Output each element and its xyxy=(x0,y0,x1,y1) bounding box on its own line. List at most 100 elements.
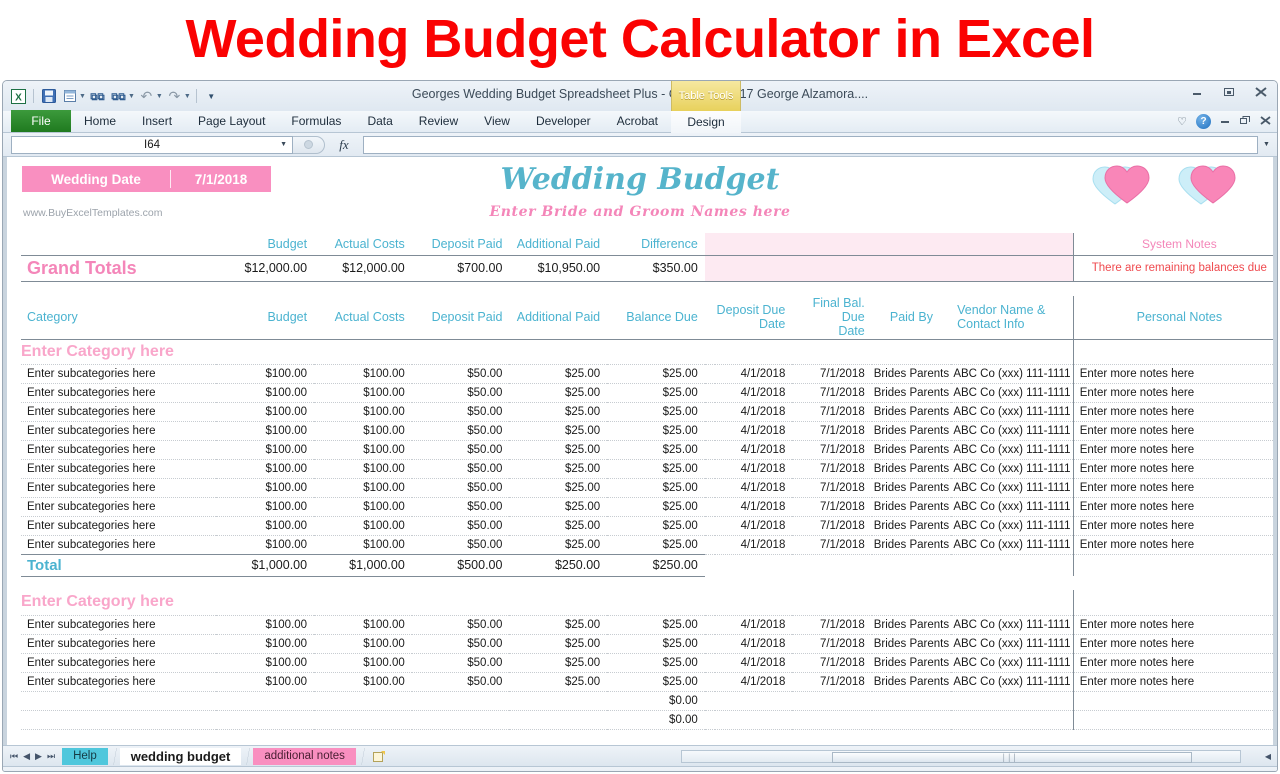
cell-actual-costs[interactable]: $100.00 xyxy=(314,516,412,535)
cell-deposit-paid[interactable] xyxy=(412,691,510,710)
cell-deposit-due-date[interactable]: 4/1/2018 xyxy=(715,615,792,634)
table-row[interactable]: Enter subcategories here$100.00$100.00$5… xyxy=(21,402,1277,421)
table-row[interactable]: Enter subcategories here$100.00$100.00$5… xyxy=(21,440,1277,459)
cell-category[interactable]: Enter subcategories here xyxy=(21,497,216,516)
cell-budget[interactable]: $100.00 xyxy=(216,672,314,691)
cell-deposit-paid[interactable]: $50.00 xyxy=(412,516,510,535)
cell-paid-by[interactable]: Brides Parents xyxy=(872,497,951,516)
tab-formulas[interactable]: Formulas xyxy=(278,110,354,132)
tab-design[interactable]: Design xyxy=(671,111,741,133)
cell-deposit-due-date[interactable]: 4/1/2018 xyxy=(715,516,792,535)
spelling-icon[interactable]: ⧉⧉ xyxy=(88,87,107,106)
cell-deposit-paid[interactable]: $50.00 xyxy=(412,421,510,440)
cell-additional-paid[interactable]: $25.00 xyxy=(509,634,607,653)
cell-deposit-paid[interactable]: $50.00 xyxy=(412,459,510,478)
cell-actual-costs[interactable]: $100.00 xyxy=(314,459,412,478)
cell-balance-due[interactable]: $25.00 xyxy=(607,459,705,478)
cell-additional-paid[interactable]: $25.00 xyxy=(509,364,607,383)
cell-additional-paid[interactable]: $25.00 xyxy=(509,478,607,497)
research-icon[interactable]: ⧉⧉ xyxy=(109,87,128,106)
sheet-tab-help[interactable]: Help xyxy=(62,748,108,765)
cell-deposit-due-date[interactable]: 4/1/2018 xyxy=(715,383,792,402)
cell-personal-notes[interactable]: Enter more notes here xyxy=(1073,634,1277,653)
cell-balance-due[interactable]: $25.00 xyxy=(607,478,705,497)
cell-paid-by[interactable]: Brides Parents xyxy=(872,383,951,402)
cell-balance-due[interactable]: $25.00 xyxy=(607,653,705,672)
cell-balance-due[interactable]: $25.00 xyxy=(607,497,705,516)
cell-actual-costs[interactable]: $100.00 xyxy=(314,440,412,459)
cell-additional-paid[interactable]: $25.00 xyxy=(509,421,607,440)
cell-paid-by[interactable]: Brides Parents xyxy=(872,653,951,672)
cell-paid-by[interactable]: Brides Parents xyxy=(872,478,951,497)
cell-paid-by[interactable]: Brides Parents xyxy=(872,615,951,634)
cell-deposit-paid[interactable]: $50.00 xyxy=(412,535,510,554)
cell-final-bal-due-date[interactable]: 7/1/2018 xyxy=(792,440,871,459)
cell-deposit-paid[interactable]: $50.00 xyxy=(412,478,510,497)
cell-personal-notes[interactable]: Enter more notes here xyxy=(1073,516,1277,535)
cell-balance-due[interactable]: $25.00 xyxy=(607,516,705,535)
save-icon[interactable] xyxy=(39,87,58,106)
table-row[interactable]: Enter subcategories here$100.00$100.00$5… xyxy=(21,421,1277,440)
cell-deposit-paid[interactable]: $50.00 xyxy=(412,364,510,383)
cell-additional-paid[interactable] xyxy=(509,691,607,710)
table-row[interactable]: Enter subcategories here$100.00$100.00$5… xyxy=(21,634,1277,653)
cell-additional-paid[interactable]: $25.00 xyxy=(509,383,607,402)
cell-vendor[interactable]: ABC Co (xxx) 111-1111 xyxy=(951,615,1073,634)
tab-page-layout[interactable]: Page Layout xyxy=(185,110,278,132)
cell-actual-costs[interactable]: $100.00 xyxy=(314,421,412,440)
category-section-1[interactable]: Enter Category here xyxy=(21,339,1277,364)
cell-balance-due[interactable]: $0.00 xyxy=(607,710,705,729)
expand-formula-bar-icon[interactable]: ▼ xyxy=(1260,141,1273,148)
cell-deposit-due-date[interactable]: 4/1/2018 xyxy=(715,364,792,383)
cell-vendor[interactable]: ABC Co (xxx) 111-1111 xyxy=(951,634,1073,653)
zoom-slider[interactable] xyxy=(1141,772,1246,773)
cell-actual-costs[interactable]: $100.00 xyxy=(314,653,412,672)
cell-deposit-paid[interactable]: $50.00 xyxy=(412,653,510,672)
cell-final-bal-due-date[interactable]: 7/1/2018 xyxy=(792,421,871,440)
cell-additional-paid[interactable]: $25.00 xyxy=(509,440,607,459)
formula-input[interactable] xyxy=(363,136,1258,154)
nav-first-icon[interactable]: ⏮ xyxy=(10,751,18,762)
cell-additional-paid[interactable]: $25.00 xyxy=(509,516,607,535)
zoom-slider-handle[interactable] xyxy=(1167,772,1176,773)
cell-budget[interactable]: $100.00 xyxy=(216,615,314,634)
nav-next-icon[interactable]: ▶ xyxy=(35,751,42,762)
cell-deposit-paid[interactable] xyxy=(412,710,510,729)
undo-dropdown-arrow[interactable]: ▼ xyxy=(156,93,163,100)
insert-function-icon[interactable]: fx xyxy=(325,137,363,153)
new-sheet-icon[interactable] xyxy=(368,748,390,765)
cell-personal-notes[interactable]: Enter more notes here xyxy=(1073,364,1277,383)
table-row[interactable]: Enter subcategories here$100.00$100.00$5… xyxy=(21,615,1277,634)
cell-actual-costs[interactable]: $100.00 xyxy=(314,383,412,402)
cell-budget[interactable] xyxy=(216,691,314,710)
redo-icon[interactable]: ↷ xyxy=(165,87,184,106)
cell-balance-due[interactable]: $25.00 xyxy=(607,440,705,459)
cell-vendor[interactable]: ABC Co (xxx) 111-1111 xyxy=(951,478,1073,497)
cell-personal-notes[interactable]: Enter more notes here xyxy=(1073,383,1277,402)
table-row[interactable]: Enter subcategories here$100.00$100.00$5… xyxy=(21,459,1277,478)
tab-review[interactable]: Review xyxy=(406,110,471,132)
cell-budget[interactable]: $100.00 xyxy=(216,653,314,672)
cell-final-bal-due-date[interactable]: 7/1/2018 xyxy=(792,535,871,554)
cell-vendor[interactable]: ABC Co (xxx) 111-1111 xyxy=(951,383,1073,402)
cell-deposit-due-date[interactable]: 4/1/2018 xyxy=(715,535,792,554)
cell-balance-due[interactable]: $25.00 xyxy=(607,615,705,634)
cell-paid-by[interactable]: Brides Parents xyxy=(872,459,951,478)
table-row[interactable]: Enter subcategories here$100.00$100.00$5… xyxy=(21,672,1277,691)
page-break-view-button[interactable] xyxy=(1058,771,1076,772)
restore-window-icon[interactable] xyxy=(1240,116,1251,128)
nav-prev-icon[interactable]: ◀ xyxy=(23,751,30,762)
cell-deposit-paid[interactable]: $50.00 xyxy=(412,672,510,691)
table-row-empty[interactable]: $0.00 xyxy=(21,691,1277,710)
cell-deposit-paid[interactable]: $50.00 xyxy=(412,615,510,634)
cell-balance-due[interactable]: $25.00 xyxy=(607,535,705,554)
page-layout-view-button[interactable] xyxy=(1033,771,1051,772)
cell-vendor[interactable]: ABC Co (xxx) 111-1111 xyxy=(951,440,1073,459)
cell-paid-by[interactable]: Brides Parents xyxy=(872,440,951,459)
cell-deposit-due-date[interactable]: 4/1/2018 xyxy=(715,440,792,459)
cell-additional-paid[interactable] xyxy=(509,710,607,729)
cell-vendor[interactable]: ABC Co (xxx) 111-1111 xyxy=(951,535,1073,554)
nav-last-icon[interactable]: ⏭ xyxy=(47,751,55,762)
cell-balance-due[interactable]: $0.00 xyxy=(607,691,705,710)
cell-additional-paid[interactable]: $25.00 xyxy=(509,615,607,634)
